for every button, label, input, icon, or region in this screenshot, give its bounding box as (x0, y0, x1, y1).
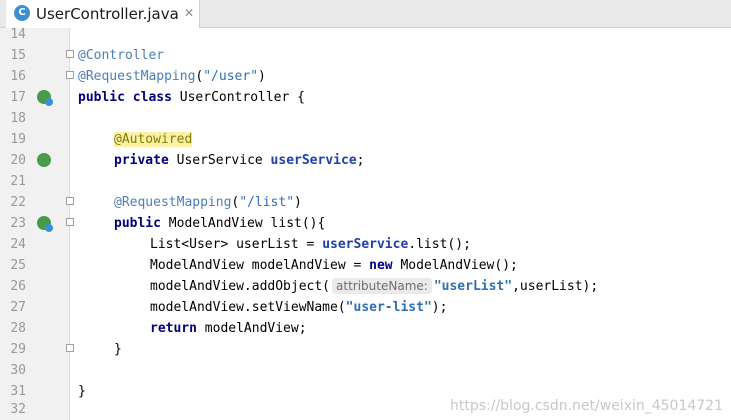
line-number: 19 (10, 132, 26, 147)
code-line: 28 return modelAndView; (0, 318, 731, 339)
line-number: 25 (10, 258, 26, 273)
fold-marker[interactable] (66, 50, 74, 58)
code-line: 26 modelAndView.addObject(attributeName:… (0, 276, 731, 297)
code-line: 16 @RequestMapping("/user") (0, 66, 731, 87)
line-number: 26 (10, 279, 26, 294)
request-mapping-icon[interactable] (37, 216, 53, 232)
code-line: 19 @Autowired (0, 129, 731, 150)
code-text: } (114, 342, 122, 357)
code-line: 25 ModelAndView modelAndView = new Model… (0, 255, 731, 276)
line-number: 27 (10, 300, 26, 315)
code-line: 23 public ModelAndView list(){ (0, 213, 731, 234)
fold-marker[interactable] (66, 344, 74, 352)
code-line: 20 private UserService userService; (0, 150, 731, 171)
code-text: public ModelAndView list(){ (114, 216, 326, 231)
spring-bean-icon[interactable] (37, 90, 53, 106)
code-text: ModelAndView modelAndView = new ModelAnd… (150, 258, 518, 273)
java-class-icon: C (14, 5, 30, 21)
line-number: 14 (10, 27, 26, 42)
close-icon[interactable]: ✕ (184, 6, 194, 20)
line-number: 22 (10, 195, 26, 210)
line-number: 15 (10, 48, 26, 63)
fold-marker[interactable] (66, 71, 74, 79)
line-number: 29 (10, 342, 26, 357)
code-line: 29 } (0, 339, 731, 360)
tab-label: UserController.java (36, 5, 179, 23)
code-text: @Controller (78, 48, 165, 63)
line-number: 23 (10, 216, 26, 231)
code-line: 14 (0, 24, 731, 45)
code-line: 15 @Controller (0, 45, 731, 66)
watermark: https://blog.csdn.net/weixin_45014721 (449, 398, 723, 414)
fold-marker[interactable] (66, 218, 74, 226)
line-number: 18 (10, 111, 26, 126)
line-number: 20 (10, 153, 26, 168)
line-number: 16 (10, 69, 26, 84)
code-line: 30 (0, 360, 731, 381)
code-line: 22 @RequestMapping("/list") (0, 192, 731, 213)
fold-marker[interactable] (66, 197, 74, 205)
line-number: 30 (10, 363, 26, 378)
code-line: 21 (0, 171, 731, 192)
code-text: public class UserController { (78, 90, 305, 105)
line-number: 24 (10, 237, 26, 252)
line-number: 28 (10, 321, 26, 336)
code-text: modelAndView.addObject(attributeName: "us… (150, 278, 599, 294)
code-line: 18 (0, 108, 731, 129)
code-line: 24 List<User> userList = userService.lis… (0, 234, 731, 255)
code-line: 17 public class UserController { (0, 87, 731, 108)
line-number: 32 (10, 402, 26, 417)
code-text: return modelAndView; (150, 321, 307, 336)
parameter-hint: attributeName: (332, 278, 432, 294)
line-number: 21 (10, 174, 26, 189)
code-text: modelAndView.setViewName("user-list"); (150, 300, 448, 315)
code-text: List<User> userList = userService.list()… (150, 237, 471, 252)
code-text: @RequestMapping("/user") (78, 69, 266, 84)
autowired-icon[interactable] (37, 153, 51, 167)
code-text: @Autowired (114, 132, 193, 147)
code-text: @RequestMapping("/list") (114, 195, 302, 210)
code-line: 27 modelAndView.setViewName("user-list")… (0, 297, 731, 318)
code-text: private UserService userService; (114, 153, 365, 168)
line-number: 17 (10, 90, 26, 105)
